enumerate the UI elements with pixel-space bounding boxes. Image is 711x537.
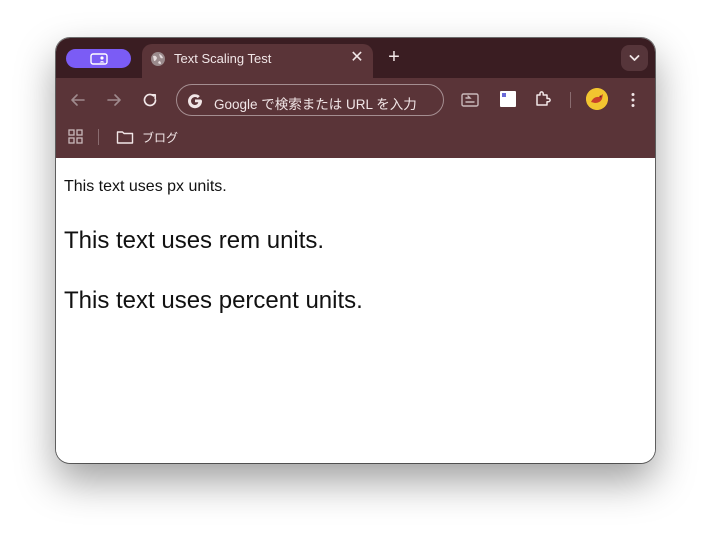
bookmarks-divider xyxy=(98,129,99,145)
new-tab-button[interactable]: + xyxy=(384,47,404,67)
active-tab[interactable]: Text Scaling Test ✕ xyxy=(142,44,373,78)
address-bar-placeholder: Google で検索または URL を入力 xyxy=(214,97,417,112)
folder-icon xyxy=(116,131,134,144)
text-rem-units: This text uses rem units. xyxy=(64,227,325,254)
chevron-down-icon xyxy=(629,55,640,61)
profile-avatar-icon xyxy=(586,88,608,110)
puzzle-extensions-icon[interactable] xyxy=(533,89,553,109)
tab-search-button[interactable] xyxy=(621,45,648,71)
apps-grid-icon[interactable] xyxy=(66,127,86,147)
title-bar: Text Scaling Test ✕ + xyxy=(56,38,655,78)
reload-icon[interactable] xyxy=(140,90,160,110)
globe-icon xyxy=(151,52,165,66)
profile-card-icon xyxy=(89,52,108,65)
profile-switcher-button[interactable] xyxy=(66,49,131,68)
tab-title: Text Scaling Test xyxy=(174,51,272,66)
extension-page-icon[interactable] xyxy=(498,89,518,109)
back-arrow-icon[interactable] xyxy=(68,90,88,110)
text-percent-units: This text uses percent units. xyxy=(64,287,363,314)
toolbar-divider xyxy=(570,92,571,108)
tab-close-icon[interactable]: ✕ xyxy=(348,49,366,67)
more-menu-icon[interactable] xyxy=(623,90,643,110)
bookmark-label: ブログ xyxy=(142,130,179,145)
forward-arrow-icon[interactable] xyxy=(104,90,124,110)
avatar[interactable] xyxy=(586,88,608,110)
bookmark-folder-blog[interactable]: ブログ xyxy=(116,127,178,147)
cast-to-tab-icon[interactable] xyxy=(460,90,480,110)
google-g-icon xyxy=(188,94,203,109)
address-bar[interactable]: Google で検索または URL を入力 xyxy=(176,84,444,116)
browser-window: Text Scaling Test ✕ + Google で検索または URL … xyxy=(56,38,655,463)
text-px-units: This text uses px units. xyxy=(64,178,227,195)
page-content: This text uses px units. This text uses … xyxy=(56,158,655,463)
toolbar: Google で検索または URL を入力 ブログ xyxy=(56,78,655,158)
